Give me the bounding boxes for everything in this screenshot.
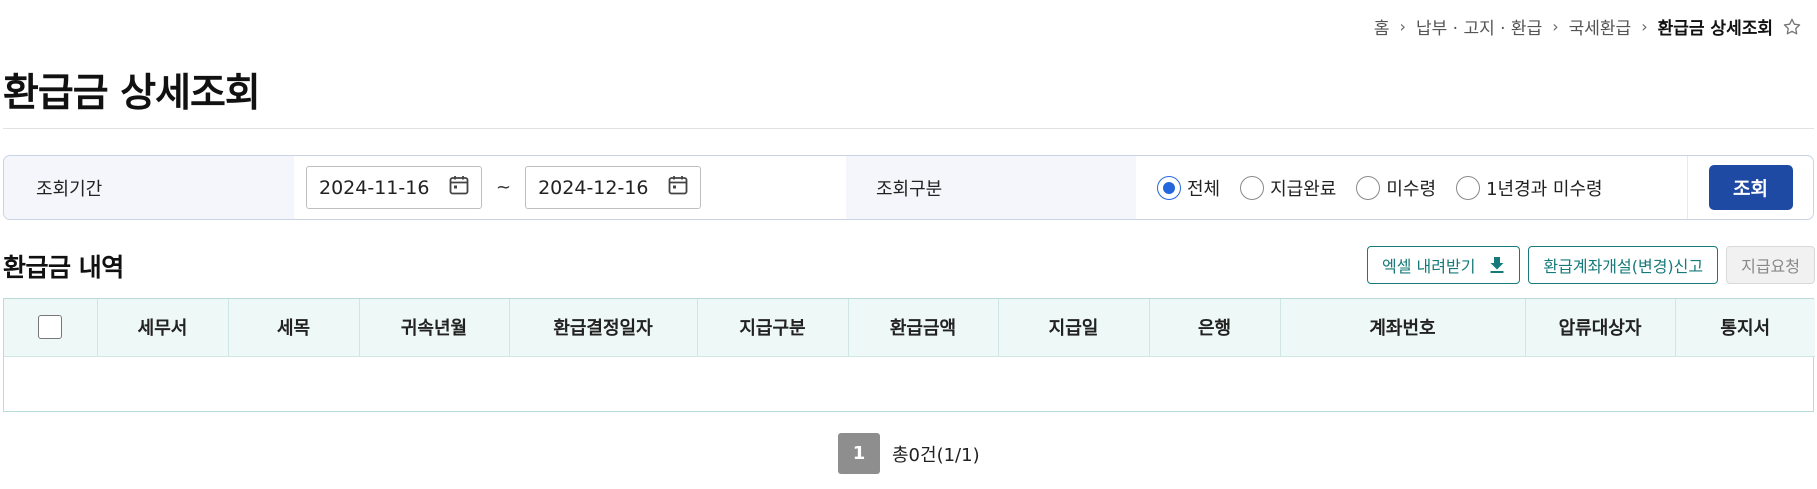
radio-button[interactable] bbox=[1240, 175, 1265, 200]
radio-paid[interactable]: 지급완료 bbox=[1240, 175, 1336, 201]
breadcrumb-separator: › bbox=[1399, 17, 1406, 36]
title-divider bbox=[3, 128, 1814, 129]
radio-button[interactable] bbox=[1456, 175, 1481, 200]
date-range-tilde: ~ bbox=[496, 177, 512, 198]
account-register-button[interactable]: 환급계좌개설(변경)신고 bbox=[1528, 246, 1719, 284]
column-header: 환급금액 bbox=[848, 299, 999, 356]
page-number-current[interactable]: 1 bbox=[838, 433, 880, 474]
select-all-checkbox[interactable] bbox=[38, 315, 63, 340]
breadcrumb: 홈 › 납부 · 고지 · 환급 › 국세환급 › 환급금 상세조회 bbox=[1374, 14, 1803, 39]
end-date-value: 2024-12-16 bbox=[538, 176, 649, 199]
end-date-input[interactable]: 2024-12-16 bbox=[525, 166, 702, 209]
radio-button[interactable] bbox=[1356, 175, 1381, 200]
excel-download-button[interactable]: 엑셀 내려받기 bbox=[1367, 246, 1521, 284]
radio-button-checked[interactable] bbox=[1157, 175, 1181, 200]
breadcrumb-payment[interactable]: 납부 · 고지 · 환급 bbox=[1416, 14, 1542, 39]
start-date-input[interactable]: 2024-11-16 bbox=[306, 166, 482, 209]
search-button[interactable]: 조회 bbox=[1708, 165, 1793, 210]
column-header: 압류대상자 bbox=[1525, 299, 1676, 356]
column-header: 세무서 bbox=[97, 299, 229, 356]
download-icon bbox=[1489, 256, 1505, 274]
date-range: 2024-11-16 ~ 2024-12-16 bbox=[294, 156, 846, 219]
calendar-icon[interactable] bbox=[447, 173, 471, 202]
column-header: 지급일 bbox=[998, 299, 1150, 356]
calendar-icon[interactable] bbox=[666, 173, 690, 202]
column-header: 세목 bbox=[228, 299, 360, 356]
empty-cell bbox=[4, 356, 1815, 411]
column-header: 통지서 bbox=[1720, 318, 1771, 340]
pagination: 1 총0건(1/1) bbox=[838, 433, 980, 474]
breadcrumb-refund[interactable]: 국세환급 bbox=[1569, 14, 1632, 39]
column-header: 지급구분 bbox=[697, 299, 849, 356]
breadcrumb-separator: › bbox=[1552, 17, 1559, 36]
column-header: 귀속년월 bbox=[359, 299, 510, 356]
breadcrumb-home[interactable]: 홈 bbox=[1374, 14, 1390, 39]
table-header-row: 세무서 세목 귀속년월 환급결정일자 지급구분 환급금액 지급일 은행 계좌번호… bbox=[4, 299, 1815, 356]
radio-unreceived[interactable]: 미수령 bbox=[1356, 175, 1436, 201]
breadcrumb-current: 환급금 상세조회 bbox=[1657, 19, 1773, 39]
radio-label: 1년경과 미수령 bbox=[1486, 178, 1603, 200]
radio-label: 지급완료 bbox=[1270, 178, 1337, 200]
search-panel: 조회기간 2024-11-16 ~ 2024-12-16 조회구분 전체 지급완… bbox=[3, 155, 1814, 220]
column-header: 은행 bbox=[1149, 299, 1281, 356]
empty-table-row bbox=[4, 356, 1815, 411]
payment-request-button[interactable]: 지급요청 bbox=[1726, 246, 1815, 284]
column-header: 환급결정일자 bbox=[509, 299, 698, 356]
radio-label: 전체 bbox=[1187, 178, 1221, 200]
total-count: 총0건(1/1) bbox=[892, 444, 980, 466]
breadcrumb-separator: › bbox=[1641, 17, 1648, 36]
radio-year-unreceived[interactable]: 1년경과 미수령 bbox=[1456, 175, 1603, 201]
type-radio-group: 전체 지급완료 미수령 1년경과 미수령 bbox=[1136, 156, 1687, 219]
start-date-value: 2024-11-16 bbox=[319, 176, 430, 199]
excel-download-label: 엑셀 내려받기 bbox=[1382, 257, 1476, 276]
type-label: 조회구분 bbox=[846, 156, 1136, 219]
column-header: 계좌번호 bbox=[1280, 299, 1526, 356]
radio-label: 미수령 bbox=[1386, 178, 1437, 200]
header-checkbox-cell bbox=[4, 299, 98, 356]
search-button-area: 조회 bbox=[1687, 156, 1813, 219]
refund-table: 세무서 세목 귀속년월 환급결정일자 지급구분 환급금액 지급일 은행 계좌번호… bbox=[3, 298, 1815, 412]
star-icon[interactable] bbox=[1781, 16, 1803, 38]
section-title: 환급금 내역 bbox=[3, 253, 124, 282]
radio-all[interactable]: 전체 bbox=[1157, 175, 1220, 201]
period-label: 조회기간 bbox=[4, 156, 294, 219]
action-buttons: 엑셀 내려받기 환급계좌개설(변경)신고 지급요청 bbox=[1367, 246, 1815, 284]
page-title: 환급금 상세조회 bbox=[3, 71, 261, 116]
